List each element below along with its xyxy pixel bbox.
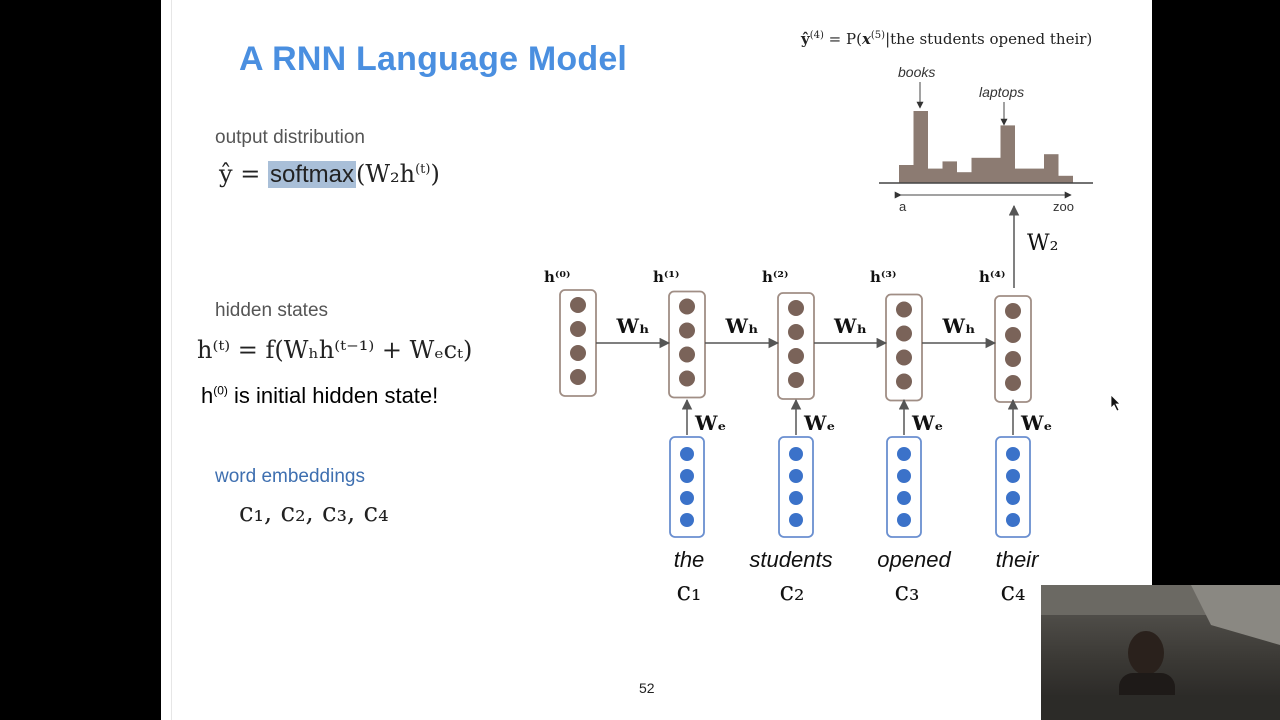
- histogram-bar: [928, 168, 943, 183]
- hidden-unit: [570, 297, 586, 313]
- histogram-bar: [1029, 168, 1044, 183]
- mouse-cursor-icon: [1110, 394, 1121, 412]
- hidden-unit: [570, 345, 586, 361]
- hidden-unit: [896, 325, 912, 342]
- hidden-unit: [788, 372, 804, 388]
- word-their: their: [995, 547, 1039, 572]
- histogram-bar: [957, 172, 972, 183]
- rnn-diagram: a zoo books laptops W₂ h⁽⁰⁾ h⁽¹⁾ h⁽²⁾ h⁽³⁾ h…: [544, 64, 1093, 538]
- hidden-unit: [570, 369, 586, 385]
- recurrent-weight-label: Wₕ: [616, 314, 650, 338]
- embedding-unit: [897, 491, 911, 505]
- embedding-unit: [1006, 491, 1020, 505]
- page-number: 52: [639, 680, 655, 696]
- books-label: books: [898, 64, 935, 80]
- output-histogram: [899, 111, 1073, 183]
- axis-end-label: zoo: [1053, 199, 1074, 214]
- histogram-bar: [971, 157, 986, 183]
- embedding-unit: [1006, 469, 1020, 483]
- laptops-label: laptops: [979, 84, 1024, 100]
- embedding-unit: [680, 447, 694, 461]
- hidden-unit: [788, 300, 804, 316]
- hidden-unit: [896, 301, 912, 318]
- embedding-unit: [1006, 513, 1020, 527]
- histogram-bar: [942, 161, 957, 183]
- hidden-unit: [570, 321, 586, 337]
- hidden-unit: [679, 346, 695, 363]
- embedding-unit: [680, 513, 694, 527]
- embedding-unit: [789, 491, 803, 505]
- embedding-weight-label: Wₑ: [803, 411, 835, 435]
- embedding-unit: [897, 469, 911, 483]
- embedding-var-c2: c₂: [779, 577, 805, 607]
- histogram-bar: [913, 111, 928, 183]
- histogram-bar: [899, 165, 914, 183]
- hidden-unit: [1005, 351, 1021, 367]
- embedding-unit: [1006, 447, 1020, 461]
- slide: A RNN Language Model ŷ(4) = P(x(5)|the s…: [161, 0, 1152, 720]
- histogram-bar: [986, 157, 1001, 183]
- hidden-state-label: h⁽¹⁾: [653, 268, 679, 286]
- embedding-unit: [897, 447, 911, 461]
- webcam-overlay: [1041, 585, 1280, 720]
- embedding-weight-label: Wₑ: [694, 411, 726, 435]
- hidden-state-label: h⁽²⁾: [762, 268, 788, 286]
- embedding-weight-label: Wₑ: [911, 411, 943, 435]
- axis-start-label: a: [899, 199, 907, 214]
- hidden-unit: [679, 298, 695, 315]
- embedding-var-c1: c₁: [676, 577, 702, 607]
- hidden-state-label: h⁽⁰⁾: [544, 268, 570, 286]
- embedding-unit: [789, 447, 803, 461]
- hidden-unit: [788, 348, 804, 364]
- recurrent-weight-label: Wₕ: [833, 314, 867, 338]
- webcam-presenter-image: [1041, 585, 1280, 720]
- embedding-weight-label: Wₑ: [1020, 411, 1052, 435]
- output-weight-label: W₂: [1027, 231, 1058, 256]
- hidden-unit: [679, 322, 695, 339]
- histogram-bar: [1000, 125, 1015, 183]
- histogram-bar: [1044, 154, 1059, 183]
- hidden-unit: [1005, 375, 1021, 391]
- histogram-bar: [1015, 168, 1030, 183]
- hidden-state-label: h⁽⁴⁾: [979, 268, 1005, 286]
- recurrent-weight-label: Wₕ: [725, 314, 759, 338]
- embedding-unit: [897, 513, 911, 527]
- hidden-unit: [1005, 303, 1021, 319]
- embedding-unit: [789, 513, 803, 527]
- word-opened: opened: [877, 547, 951, 572]
- hidden-unit: [896, 349, 912, 366]
- embedding-unit: [680, 469, 694, 483]
- embedding-var-c3: c₃: [894, 577, 920, 607]
- hidden-state-label: h⁽³⁾: [870, 268, 896, 286]
- embedding-unit: [680, 491, 694, 505]
- histogram-bar: [1058, 175, 1073, 183]
- hidden-unit: [896, 373, 912, 390]
- embedding-unit: [789, 469, 803, 483]
- hidden-unit: [679, 370, 695, 387]
- hidden-unit: [1005, 327, 1021, 343]
- hidden-unit: [788, 324, 804, 340]
- recurrent-weight-label: Wₕ: [942, 314, 976, 338]
- word-students: students: [749, 547, 833, 572]
